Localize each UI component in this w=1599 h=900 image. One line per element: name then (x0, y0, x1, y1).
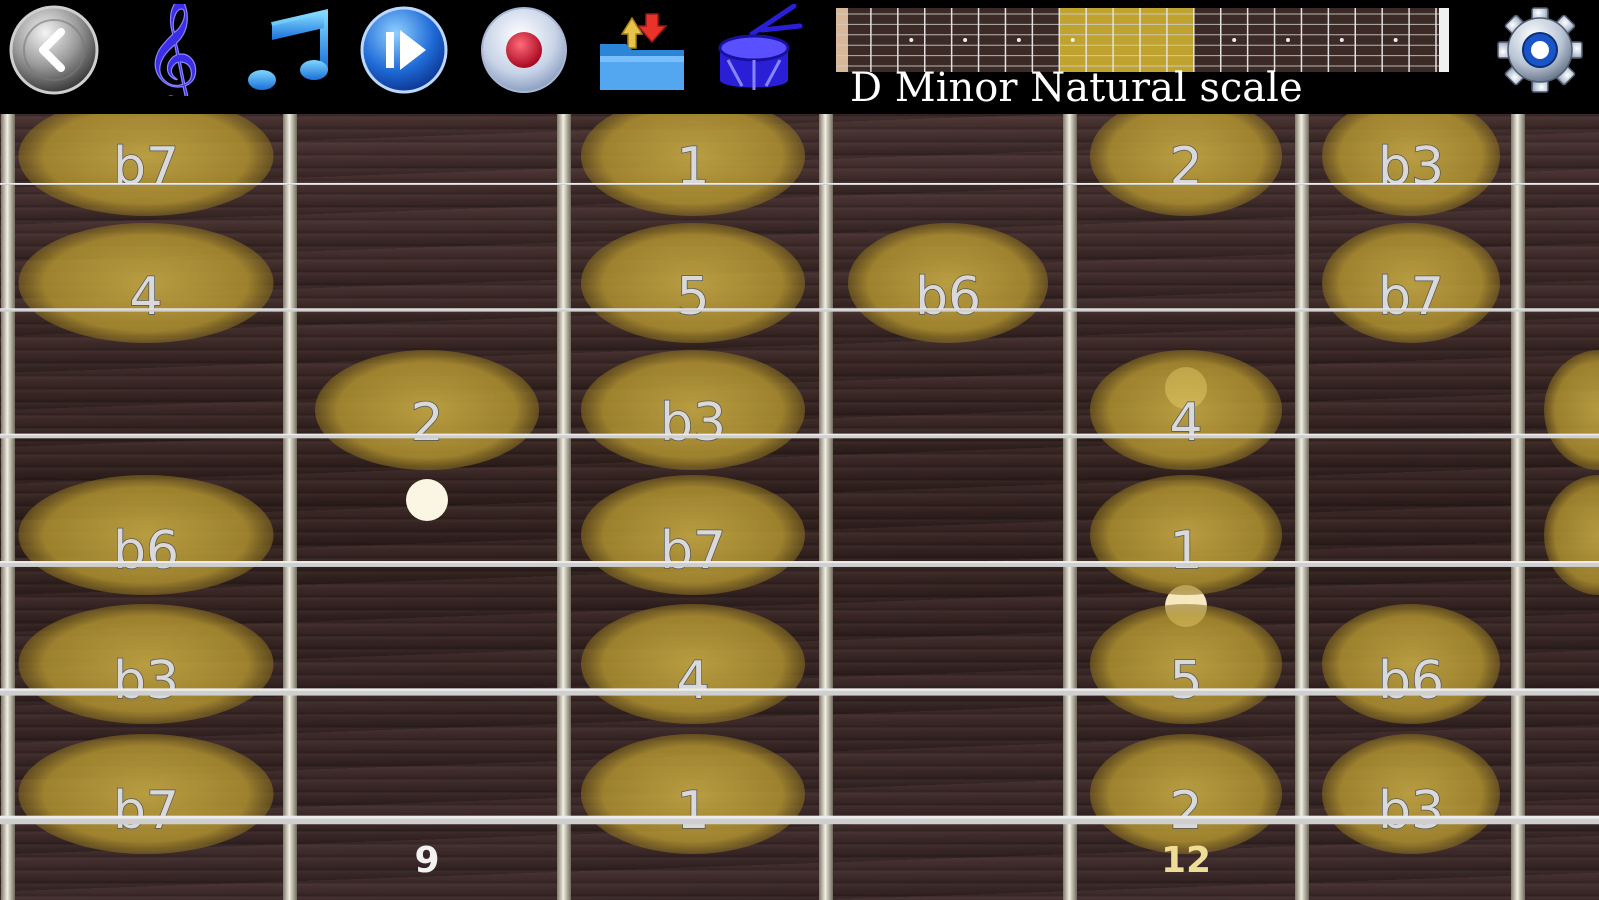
scale-note[interactable]: 4 (581, 604, 805, 724)
scale-note[interactable]: b7 (18, 114, 274, 216)
play-icon (360, 6, 448, 94)
scale-note[interactable]: b7 (1322, 223, 1500, 343)
scale-note[interactable]: 4 (18, 223, 274, 343)
scale-note[interactable]: b6 (848, 223, 1048, 343)
fret-number: 12 (1161, 840, 1211, 881)
note-label: b6 (1378, 651, 1444, 711)
mini-fretboard-graphic (836, 8, 1449, 72)
note-label: 2 (1169, 781, 1202, 841)
file-button[interactable] (596, 4, 688, 96)
mini-neck-end (1439, 8, 1449, 72)
folder-icon (600, 13, 684, 90)
fretboard-graphic: b7 1 2 b34 5 b6 b72 b3 4b6 b7 1b3 4 5 b6b7 1 2 b39 12 (0, 114, 1599, 900)
note-label: 5 (676, 267, 709, 327)
mini-inlay-dot (1232, 38, 1237, 42)
note-marker-partial (1544, 350, 1599, 470)
svg-text:𝄞: 𝄞 (144, 4, 201, 96)
back-arrow-icon (9, 5, 99, 95)
notes-button[interactable] (242, 4, 334, 96)
note-label: 2 (410, 393, 443, 453)
scale-note[interactable]: b6 (18, 475, 274, 595)
scale-note[interactable]: b7 (18, 734, 274, 854)
fret-wire-3 (819, 114, 833, 900)
drum-icon (718, 4, 803, 90)
drum-button[interactable] (712, 4, 804, 96)
mini-fretboard[interactable] (836, 8, 1449, 72)
guitar-string-shine (0, 433, 1599, 436)
scale-note[interactable]: 1 (581, 114, 805, 216)
fret-wire-5 (1295, 114, 1309, 900)
note-marker-partial (1544, 475, 1599, 595)
note-label: b3 (660, 393, 726, 453)
note-label: b3 (1378, 137, 1444, 197)
mini-inlay-dot (1286, 38, 1290, 42)
note-label: b3 (113, 651, 179, 711)
mini-nut (836, 8, 848, 72)
note-label: 1 (676, 137, 709, 197)
gear-icon (1497, 7, 1583, 93)
record-button[interactable] (478, 4, 570, 96)
treble-clef-icon: 𝄞 (143, 4, 201, 96)
scale-note[interactable]: b3 (18, 604, 274, 724)
mini-inlay-dot (1070, 38, 1075, 42)
fret-number: 9 (414, 840, 439, 881)
music-note-icon (248, 8, 328, 90)
scale-note[interactable]: 1 (1090, 475, 1282, 595)
guitar-string-shine (0, 561, 1599, 564)
mini-inlay-dot (1339, 38, 1344, 42)
mini-inlay-dot (1393, 38, 1398, 42)
scale-note[interactable]: 5 (1090, 604, 1282, 724)
scale-note[interactable]: 4 (1090, 350, 1282, 470)
mini-inlay-dot (963, 38, 968, 42)
fretboard[interactable]: b7 1 2 b3 4 5 b6 b7 2 b3 4 b6 b7 1 b3 4 5 b6 b7 1 2 b3 9 12 (0, 114, 1599, 900)
note-label: 1 (1169, 521, 1202, 581)
mini-inlay-dot (909, 38, 914, 42)
note-label: 1 (676, 781, 709, 841)
scale-note[interactable]: b3 (581, 350, 805, 470)
scale-note[interactable]: b3 (1322, 114, 1500, 216)
scale-select-button[interactable]: 𝄞 (126, 4, 218, 96)
record-icon (481, 7, 567, 93)
scale-note[interactable]: 2 (1090, 734, 1282, 854)
scale-note[interactable]: 1 (581, 734, 805, 854)
scale-note[interactable]: b6 (1322, 604, 1500, 724)
guitar-string-shine (0, 815, 1599, 819)
fret-wire-4 (1063, 114, 1077, 900)
fret-wire-2 (557, 114, 571, 900)
fret-wire-0 (1, 114, 15, 900)
settings-button[interactable] (1494, 4, 1586, 96)
play-button[interactable] (358, 4, 450, 96)
guitar-string-shine (0, 308, 1599, 310)
note-label: 4 (1169, 393, 1202, 453)
note-label: b7 (660, 521, 726, 581)
note-label: b7 (113, 781, 179, 841)
note-label: b7 (113, 137, 179, 197)
note-label: 2 (1169, 137, 1202, 197)
toolbar: 𝄞 D Minor Natural scale (0, 0, 1599, 112)
scale-note[interactable]: 2 (315, 350, 539, 470)
scale-title: D Minor Natural scale (850, 65, 1303, 111)
scale-note[interactable]: b7 (581, 475, 805, 595)
guitar-string-shine (0, 688, 1599, 691)
note-label: 4 (676, 651, 709, 711)
mini-position-highlight[interactable] (1059, 8, 1194, 72)
scale-note[interactable]: 5 (581, 223, 805, 343)
note-label: b6 (915, 267, 981, 327)
fret-wire-6 (1511, 114, 1525, 900)
note-label: b7 (1378, 267, 1444, 327)
guitar-string-shine (0, 183, 1599, 184)
note-label: 4 (129, 267, 162, 327)
fret-wire-1 (283, 114, 297, 900)
mini-inlay-dot (1016, 38, 1021, 42)
note-label: b6 (113, 521, 179, 581)
scale-note[interactable]: 2 (1090, 114, 1282, 216)
note-label: 5 (1169, 651, 1202, 711)
inlay-dot (406, 479, 448, 521)
scale-note[interactable]: b3 (1322, 734, 1500, 854)
back-button[interactable] (8, 4, 100, 96)
note-label: b3 (1378, 781, 1444, 841)
